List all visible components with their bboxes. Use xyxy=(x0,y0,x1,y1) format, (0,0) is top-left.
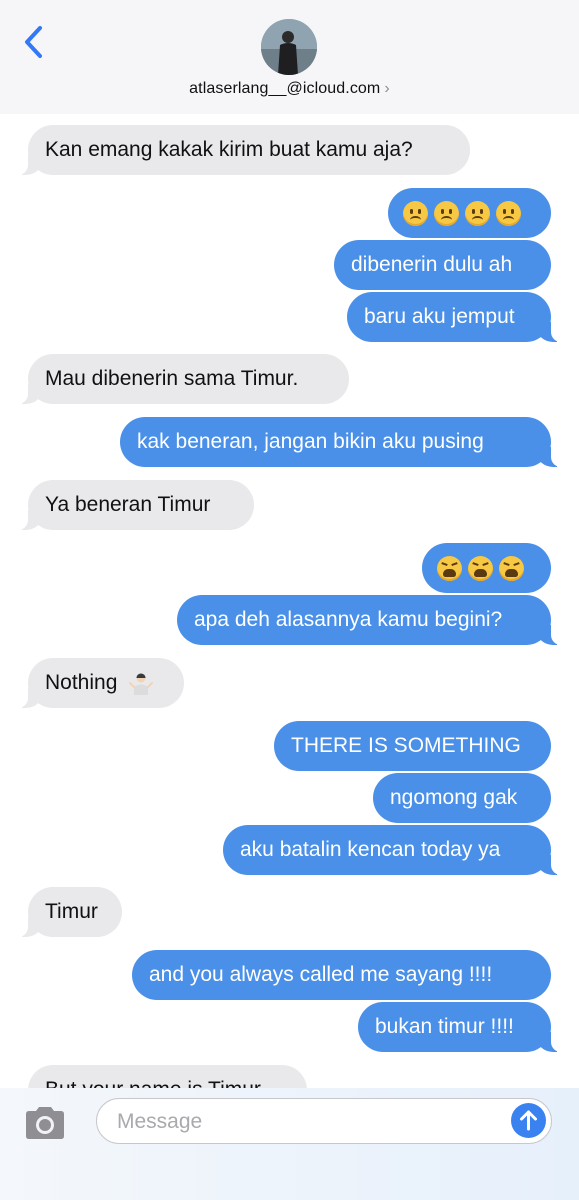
emoji-group xyxy=(400,200,524,226)
message-outgoing[interactable]: and you always called me sayang !!!! xyxy=(132,950,551,1000)
camera-icon[interactable] xyxy=(22,1105,68,1141)
avatar[interactable] xyxy=(261,19,317,75)
message-input[interactable] xyxy=(115,1099,499,1144)
contact-label: atlaserlang__@icloud.com xyxy=(189,80,381,97)
emoji-group xyxy=(434,555,527,581)
message-outgoing[interactable] xyxy=(388,188,551,238)
chevron-right-icon: › xyxy=(384,80,390,97)
frowning-face-icon xyxy=(496,200,521,226)
message-incoming[interactable]: Mau dibenerin sama Timur. xyxy=(18,354,349,404)
weary-face-icon xyxy=(437,555,462,581)
message-text: Nothing xyxy=(45,671,118,694)
weary-face-icon xyxy=(468,555,493,581)
message-text: ngomong gak xyxy=(390,786,518,809)
message-text: Mau dibenerin sama Timur. xyxy=(45,367,299,390)
arrow-up-icon xyxy=(520,1110,537,1131)
message-incoming[interactable]: Kan emang kakak kirim buat kamu aja? xyxy=(18,125,470,175)
weary-face-icon xyxy=(499,555,524,581)
message-text: apa deh alasannya kamu begini? xyxy=(194,608,503,631)
message-text: THERE IS SOMETHING xyxy=(291,734,521,757)
frowning-face-icon xyxy=(465,200,490,226)
message-outgoing[interactable]: ngomong gak xyxy=(373,773,551,823)
message-outgoing[interactable]: dibenerin dulu ah xyxy=(334,240,551,290)
message-text: Ya beneran Timur xyxy=(45,493,211,516)
message-text: Timur xyxy=(45,900,98,923)
send-button[interactable] xyxy=(511,1103,546,1138)
conversation-header: atlaserlang__@icloud.com › xyxy=(0,0,579,115)
message-incoming[interactable]: But your name is Timur xyxy=(28,1065,307,1088)
message-text: aku batalin kencan today ya xyxy=(240,838,501,861)
message-outgoing[interactable]: bukan timur !!!! xyxy=(358,1002,561,1052)
message-text: baru aku jemput xyxy=(364,305,515,328)
message-input-field[interactable] xyxy=(96,1098,552,1144)
message-text: But your name is Timur xyxy=(45,1078,261,1088)
frowning-face-icon xyxy=(403,200,428,226)
contact-name[interactable]: atlaserlang__@icloud.com › xyxy=(0,80,579,98)
message-text: dibenerin dulu ah xyxy=(351,253,513,276)
message-outgoing[interactable]: aku batalin kencan today ya xyxy=(223,825,561,875)
message-outgoing[interactable]: baru aku jemput xyxy=(347,292,561,342)
message-outgoing[interactable]: apa deh alasannya kamu begini? xyxy=(177,595,561,645)
message-outgoing[interactable]: kak beneran, jangan bikin aku pusing xyxy=(120,417,561,467)
chevron-left-icon[interactable] xyxy=(18,24,48,60)
person-shrugging-icon xyxy=(129,673,154,696)
message-incoming[interactable]: Nothing xyxy=(18,658,184,708)
person-photo-icon xyxy=(261,19,317,75)
message-text: Kan emang kakak kirim buat kamu aja? xyxy=(45,138,413,161)
message-text: and you always called me sayang !!!! xyxy=(149,963,493,986)
message-incoming[interactable]: Timur xyxy=(18,887,122,937)
message-incoming[interactable]: Ya beneran Timur xyxy=(18,480,254,530)
compose-bar xyxy=(0,1088,579,1200)
message-outgoing[interactable]: THERE IS SOMETHING xyxy=(274,721,551,771)
message-thread[interactable]: Kan emang kakak kirim buat kamu aja? dib… xyxy=(0,114,579,1088)
frowning-face-icon xyxy=(434,200,459,226)
message-text: bukan timur !!!! xyxy=(375,1015,514,1038)
message-text: kak beneran, jangan bikin aku pusing xyxy=(137,430,484,453)
message-outgoing[interactable] xyxy=(422,543,551,593)
